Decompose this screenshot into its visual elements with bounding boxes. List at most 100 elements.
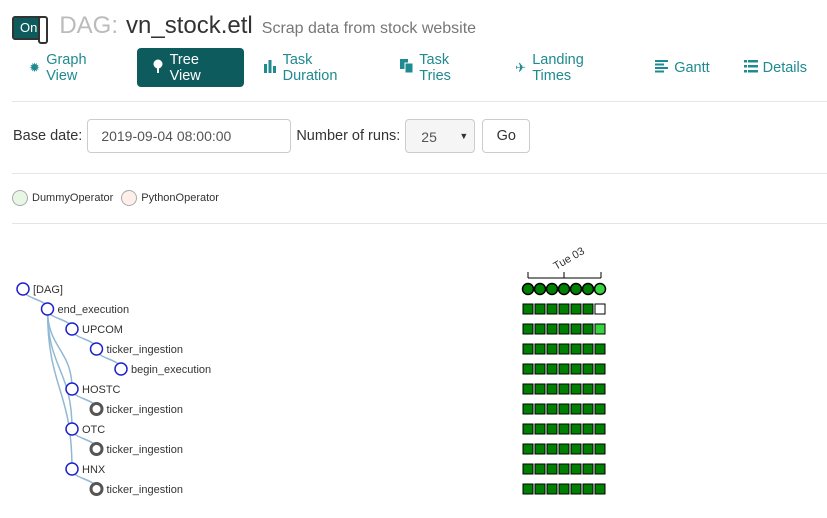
tree-node-circle[interactable] — [65, 322, 79, 336]
task-instance-square[interactable] — [558, 363, 570, 375]
task-instance-square[interactable] — [570, 463, 582, 475]
task-instance-square[interactable] — [558, 383, 570, 395]
task-instance-square[interactable] — [546, 363, 558, 375]
task-instance-square[interactable] — [534, 383, 546, 395]
task-instance-square[interactable] — [558, 403, 570, 415]
task-instance-square[interactable] — [534, 343, 546, 355]
dag-run-circle[interactable] — [569, 282, 583, 296]
tree-node-circle[interactable] — [40, 302, 55, 316]
task-instance-square[interactable] — [594, 423, 606, 435]
task-instance-square[interactable] — [522, 323, 534, 335]
task-instance-square[interactable] — [582, 323, 594, 335]
task-instance-square[interactable] — [546, 403, 558, 415]
tree-node-label[interactable]: begin_execution — [131, 364, 211, 376]
task-instance-square[interactable] — [558, 323, 570, 335]
tree-node-label[interactable]: ticker_ingestion — [107, 484, 183, 496]
tree-node-label[interactable]: end_execution — [58, 304, 130, 316]
task-instance-square[interactable] — [582, 343, 594, 355]
task-instance-square[interactable] — [546, 323, 558, 335]
task-instance-square[interactable] — [522, 403, 534, 415]
task-instance-square[interactable] — [570, 383, 582, 395]
task-instance-square[interactable] — [546, 423, 558, 435]
task-instance-square[interactable] — [594, 483, 606, 495]
task-instance-square[interactable] — [522, 343, 534, 355]
tree-node-label[interactable]: ticker_ingestion — [107, 444, 183, 456]
task-instance-square[interactable] — [582, 303, 594, 315]
task-instance-square[interactable] — [594, 323, 606, 335]
tree-node-label[interactable]: OTC — [82, 424, 105, 436]
task-instance-square[interactable] — [594, 463, 606, 475]
task-instance-square[interactable] — [582, 463, 594, 475]
task-instance-square[interactable] — [522, 383, 534, 395]
task-instance-square[interactable] — [534, 323, 546, 335]
task-instance-square[interactable] — [582, 363, 594, 375]
tree-node-circle[interactable] — [65, 422, 79, 436]
tree-node-label[interactable]: ticker_ingestion — [107, 404, 183, 416]
task-instance-square[interactable] — [594, 343, 606, 355]
tree-node-circle[interactable] — [89, 442, 104, 456]
dag-run-circle[interactable] — [533, 282, 547, 296]
task-instance-square[interactable] — [582, 383, 594, 395]
task-instance-square[interactable] — [558, 423, 570, 435]
dag-run-circle[interactable] — [557, 282, 571, 296]
task-instance-square[interactable] — [582, 403, 594, 415]
task-instance-square[interactable] — [522, 443, 534, 455]
task-instance-square[interactable] — [570, 363, 582, 375]
task-instance-square[interactable] — [570, 483, 582, 495]
task-instance-square[interactable] — [594, 403, 606, 415]
task-instance-square[interactable] — [522, 423, 534, 435]
task-instance-square[interactable] — [558, 443, 570, 455]
task-instance-square[interactable] — [570, 303, 582, 315]
dag-run-circle[interactable] — [545, 282, 559, 296]
task-instance-square[interactable] — [522, 463, 534, 475]
dag-run-circle[interactable] — [593, 282, 607, 296]
task-instance-square[interactable] — [570, 443, 582, 455]
task-instance-square[interactable] — [534, 363, 546, 375]
task-instance-square[interactable] — [534, 303, 546, 315]
dag-run-circle[interactable] — [521, 282, 535, 296]
tree-node-label[interactable]: [DAG] — [33, 284, 63, 296]
task-instance-square[interactable] — [558, 343, 570, 355]
task-instance-square[interactable] — [534, 423, 546, 435]
tree-node-circle[interactable] — [114, 362, 128, 376]
task-instance-square[interactable] — [546, 443, 558, 455]
task-instance-square[interactable] — [522, 483, 534, 495]
task-instance-square[interactable] — [534, 463, 546, 475]
task-instance-square[interactable] — [534, 403, 546, 415]
task-instance-square[interactable] — [546, 463, 558, 475]
task-instance-square[interactable] — [558, 303, 570, 315]
task-instance-square[interactable] — [594, 303, 606, 315]
tree-node-circle[interactable] — [89, 342, 104, 356]
task-instance-square[interactable] — [534, 483, 546, 495]
task-instance-square[interactable] — [546, 303, 558, 315]
tree-node-label[interactable]: HOSTC — [82, 384, 121, 396]
tree-node-circle[interactable] — [16, 282, 30, 296]
task-instance-square[interactable] — [570, 403, 582, 415]
task-instance-square[interactable] — [582, 443, 594, 455]
task-instance-square[interactable] — [546, 483, 558, 495]
tree-node-circle[interactable] — [89, 482, 104, 496]
tree-node-label[interactable]: HNX — [82, 464, 106, 476]
tree-node-circle[interactable] — [89, 402, 104, 416]
tree-node-label[interactable]: UPCOM — [82, 324, 123, 336]
task-instance-square[interactable] — [594, 363, 606, 375]
task-instance-square[interactable] — [546, 383, 558, 395]
task-instance-square[interactable] — [522, 303, 534, 315]
task-instance-square[interactable] — [546, 343, 558, 355]
tree-node-circle[interactable] — [65, 462, 79, 476]
task-instance-square[interactable] — [570, 423, 582, 435]
task-instance-square[interactable] — [594, 383, 606, 395]
dag-run-circle[interactable] — [581, 282, 595, 296]
tree-node-label[interactable]: ticker_ingestion — [107, 344, 183, 356]
task-instance-grid — [521, 282, 607, 495]
task-instance-square[interactable] — [594, 443, 606, 455]
task-instance-square[interactable] — [570, 323, 582, 335]
task-instance-square[interactable] — [582, 483, 594, 495]
task-instance-square[interactable] — [570, 343, 582, 355]
task-instance-square[interactable] — [534, 443, 546, 455]
task-instance-square[interactable] — [558, 463, 570, 475]
task-instance-square[interactable] — [522, 363, 534, 375]
task-instance-square[interactable] — [558, 483, 570, 495]
task-instance-square[interactable] — [582, 423, 594, 435]
tree-node-circle[interactable] — [65, 382, 79, 396]
